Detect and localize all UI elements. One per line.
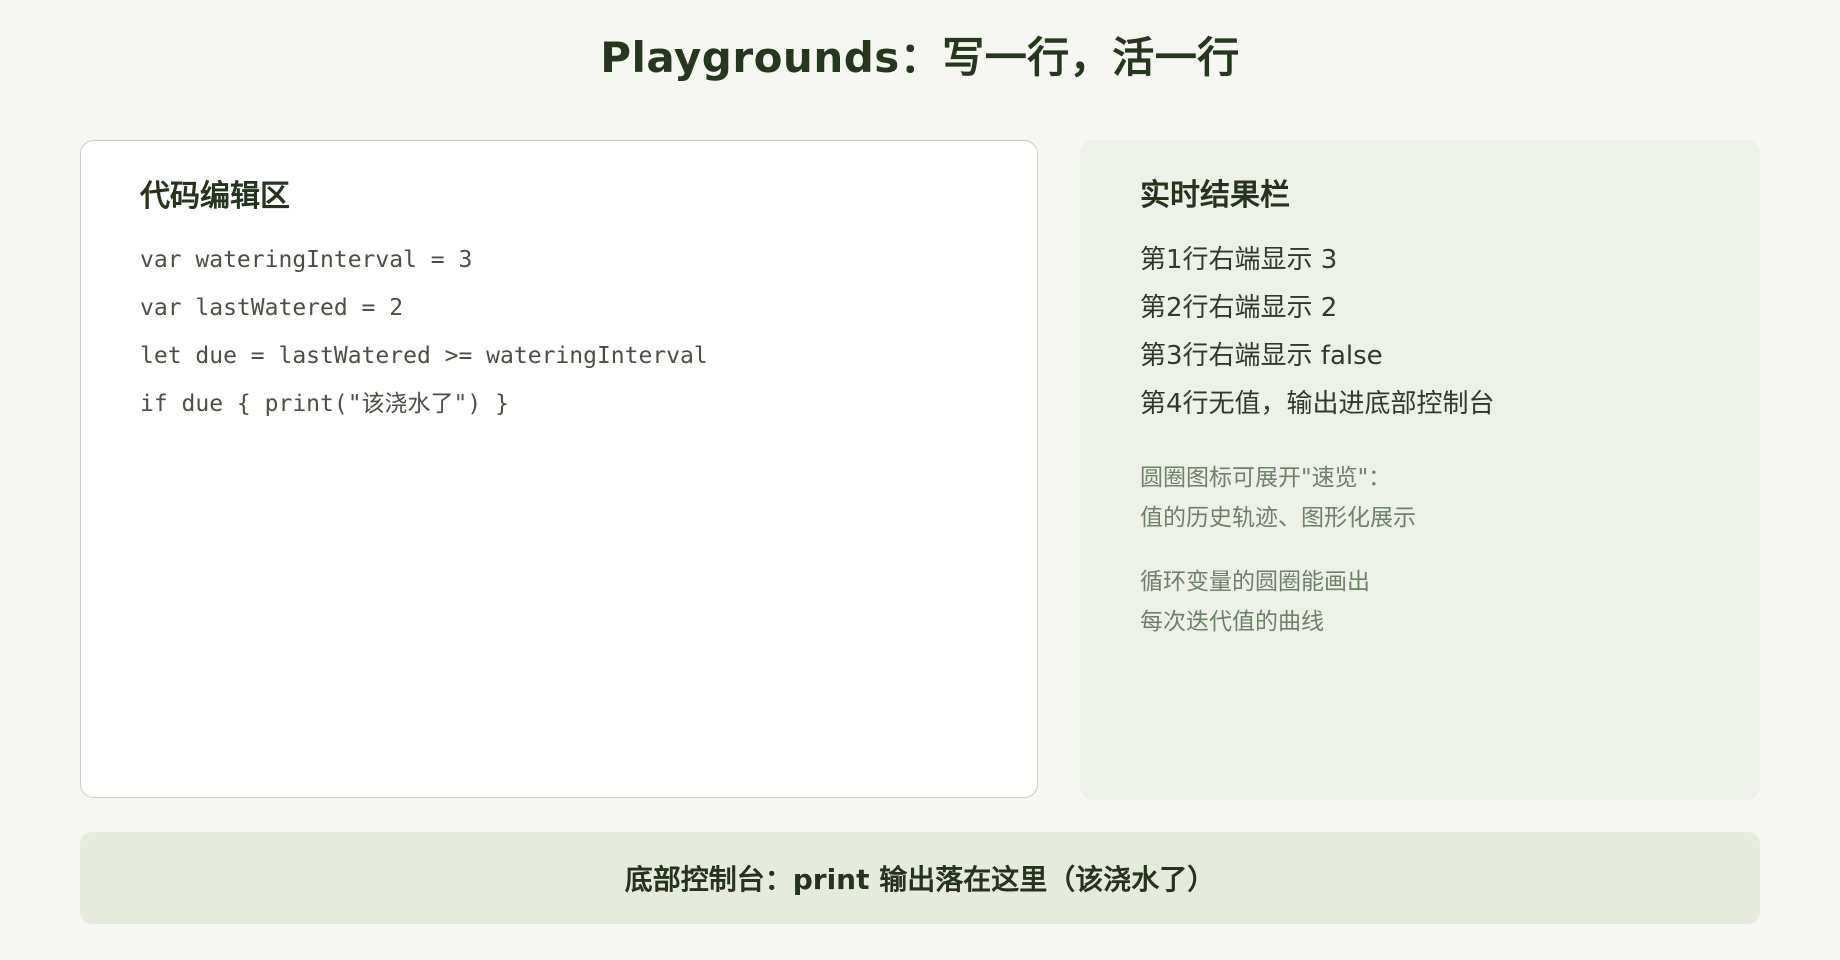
code-line: let due = lastWatered >= wateringInterva… — [140, 343, 708, 369]
page-title: Playgrounds：写一行，活一行 — [600, 33, 1240, 82]
result-lines: 第1行右端显示 3 第2行右端显示 2 第3行右端显示 false 第4行无值，… — [1140, 236, 1495, 428]
code-lines: var wateringInterval = 3 var lastWatered… — [140, 236, 708, 428]
quick-look-note: 圆圈图标可展开"速览"： 值的历史轨迹、图形化展示 — [1140, 458, 1416, 538]
note-line: 每次迭代值的曲线 — [1140, 609, 1324, 635]
bottom-console: 底部控制台：print 输出落在这里（该浇水了） — [80, 832, 1760, 924]
result-line: 第4行无值，输出进底部控制台 — [1140, 389, 1495, 419]
note-line: 值的历史轨迹、图形化展示 — [1140, 505, 1416, 531]
result-line: 第2行右端显示 2 — [1140, 293, 1338, 323]
live-results-panel: 实时结果栏 第1行右端显示 3 第2行右端显示 2 第3行右端显示 false … — [1080, 140, 1760, 800]
code-line: if due { print("该浇水了") } — [140, 391, 509, 417]
live-results-title: 实时结果栏 — [1140, 178, 1290, 213]
note-line: 循环变量的圆圈能画出 — [1140, 569, 1370, 595]
code-line: var wateringInterval = 3 — [140, 247, 473, 273]
loop-graph-note: 循环变量的圆圈能画出 每次迭代值的曲线 — [1140, 562, 1370, 642]
result-line: 第1行右端显示 3 — [1140, 245, 1338, 275]
result-line: 第3行右端显示 false — [1140, 341, 1383, 371]
code-editor-title: 代码编辑区 — [140, 179, 290, 214]
console-output-text: 底部控制台：print 输出落在这里（该浇水了） — [624, 863, 1216, 896]
note-line: 圆圈图标可展开"速览"： — [1140, 465, 1392, 491]
code-line: var lastWatered = 2 — [140, 295, 404, 321]
code-editor-panel: 代码编辑区 var wateringInterval = 3 var lastW… — [80, 140, 1038, 798]
